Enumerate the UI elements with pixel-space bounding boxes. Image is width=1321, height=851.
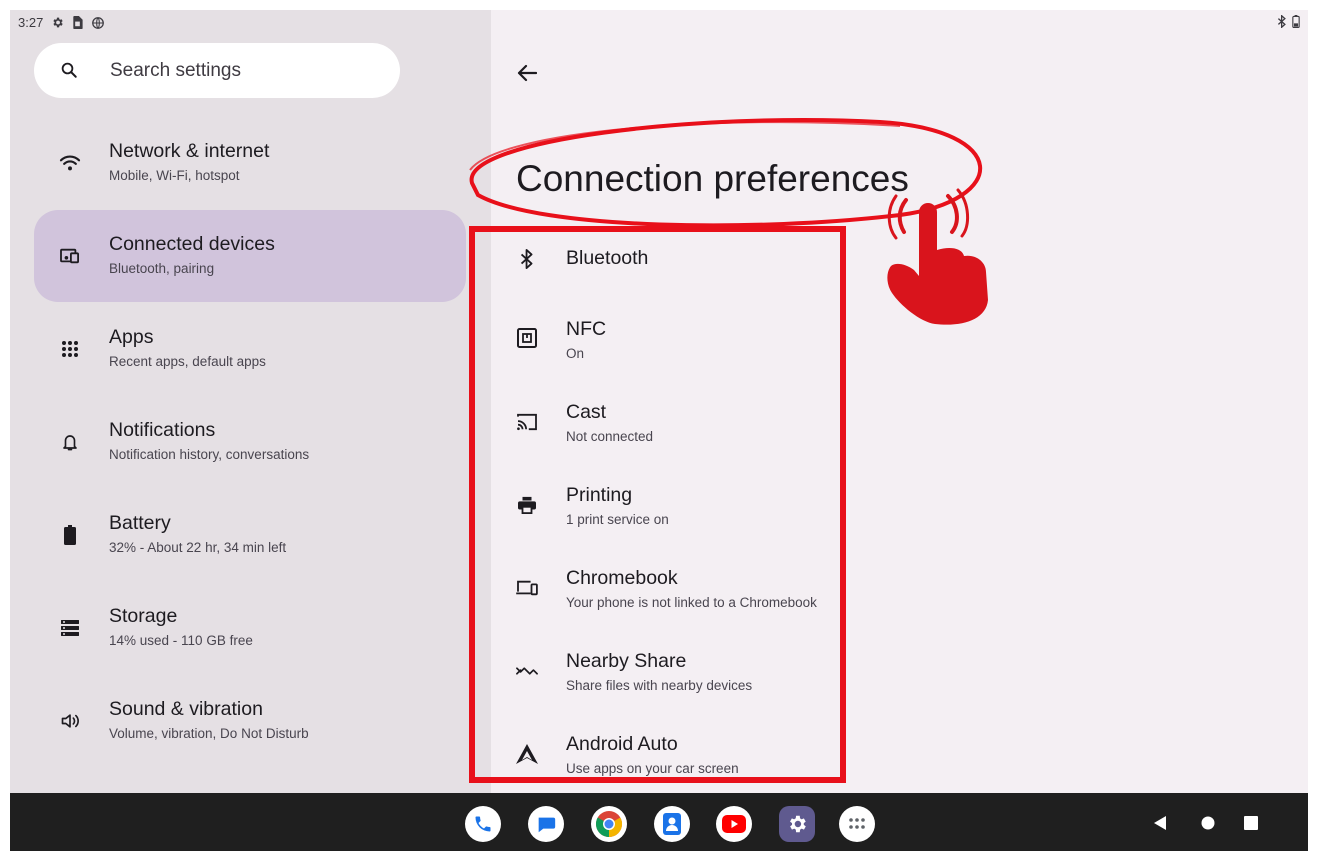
home-nav-icon[interactable] — [1201, 816, 1215, 835]
pref-item-subtitle: 1 print service on — [566, 512, 669, 527]
page-title: Connection preferences — [516, 158, 909, 199]
sidebar-item-subtitle: Bluetooth, pairing — [109, 261, 215, 276]
pref-item-subtitle: Share files with nearby devices — [566, 678, 753, 693]
sidebar-item-apps[interactable]: Apps Recent apps, default apps — [34, 303, 466, 395]
nearby-share-icon — [515, 659, 539, 683]
sidebar-item-subtitle: 32% - About 22 hr, 34 min left — [109, 540, 287, 555]
sidebar-item-title: Battery — [109, 512, 171, 534]
sidebar-item-subtitle: Volume, vibration, Do Not Disturb — [109, 726, 309, 741]
sidebar-item-storage[interactable]: Storage 14% used - 110 GB free — [34, 582, 466, 674]
search-placeholder: Search settings — [110, 60, 241, 81]
chromebook-icon — [515, 576, 539, 600]
battery-status-icon — [1292, 15, 1300, 31]
pref-item-nearby-share[interactable]: Nearby Share Share files with nearby dev… — [501, 632, 851, 712]
pref-item-printing[interactable]: Printing 1 print service on — [501, 466, 851, 546]
arrow-back-icon — [517, 64, 538, 87]
pref-item-bluetooth[interactable]: Bluetooth — [501, 234, 851, 292]
status-bar-right — [1277, 14, 1300, 31]
sidebar-item-subtitle: Notification history, conversations — [109, 447, 310, 462]
sidebar-item-connected-devices[interactable]: Connected devices Bluetooth, pairing — [34, 210, 466, 302]
youtube-app-icon[interactable] — [716, 806, 752, 842]
pref-item-title: Android Auto — [566, 733, 678, 755]
bluetooth-icon — [515, 247, 539, 271]
back-button[interactable] — [512, 60, 542, 90]
settings-app-icon[interactable] — [779, 806, 815, 842]
android-auto-icon — [515, 742, 539, 766]
nfc-icon — [515, 326, 539, 350]
pref-item-subtitle: On — [566, 346, 585, 361]
contacts-app-icon[interactable] — [654, 806, 690, 842]
taskbar — [10, 793, 1308, 851]
bell-icon — [58, 430, 82, 454]
vpn-globe-icon — [91, 16, 105, 30]
connected-devices-icon — [58, 244, 82, 268]
pref-item-cast[interactable]: Cast Not connected — [501, 383, 851, 463]
messages-app-icon[interactable] — [528, 806, 564, 842]
sidebar-item-subtitle: Mobile, Wi-Fi, hotspot — [109, 168, 240, 183]
sim-card-icon — [72, 16, 83, 29]
pref-item-subtitle: Not connected — [566, 429, 654, 444]
sidebar-item-sound-vibration[interactable]: Sound & vibration Volume, vibration, Do … — [34, 675, 466, 767]
search-icon — [60, 61, 78, 84]
wifi-icon — [58, 151, 82, 175]
sidebar-item-network-internet[interactable]: Network & internet Mobile, Wi-Fi, hotspo… — [34, 117, 466, 209]
sidebar-item-title: Notifications — [109, 419, 216, 441]
storage-icon — [58, 616, 82, 640]
pref-item-android-auto[interactable]: Android Auto Use apps on your car screen — [501, 715, 851, 785]
chrome-app-icon[interactable] — [591, 806, 627, 842]
volume-icon — [58, 709, 82, 733]
battery-icon — [58, 523, 82, 547]
sidebar-item-notifications[interactable]: Notifications Notification history, conv… — [34, 396, 466, 488]
status-time: 3:27 — [18, 15, 44, 30]
sidebar-item-battery[interactable]: Battery 32% - About 22 hr, 34 min left — [34, 489, 466, 581]
back-nav-icon[interactable] — [1153, 815, 1167, 836]
sidebar-item-subtitle: 14% used - 110 GB free — [109, 633, 253, 648]
bluetooth-status-icon — [1277, 14, 1287, 31]
pref-item-title: Bluetooth — [566, 247, 649, 269]
cast-icon — [515, 410, 539, 434]
app-drawer-icon[interactable] — [839, 806, 875, 842]
pref-item-subtitle: Use apps on your car screen — [566, 761, 739, 776]
printer-icon — [515, 493, 539, 517]
apps-grid-icon — [58, 337, 82, 361]
settings-sidebar: 3:27 Search settings Network & internet — [10, 10, 491, 793]
settings-gear-icon — [51, 16, 64, 29]
pref-item-title: Printing — [566, 484, 633, 506]
pref-item-title: Cast — [566, 401, 607, 423]
search-settings-bar[interactable]: Search settings — [34, 43, 400, 98]
sidebar-item-title: Connected devices — [109, 233, 275, 255]
phone-app-icon[interactable] — [465, 806, 501, 842]
android-settings-screen: 3:27 Search settings Network & internet — [10, 10, 1308, 851]
pref-item-subtitle: Your phone is not linked to a Chromebook — [566, 595, 817, 610]
recents-nav-icon[interactable] — [1244, 816, 1258, 835]
sidebar-item-title: Network & internet — [109, 140, 270, 162]
pref-item-title: Chromebook — [566, 567, 678, 589]
sidebar-item-title: Storage — [109, 605, 178, 627]
pref-item-title: NFC — [566, 318, 607, 340]
sidebar-item-title: Apps — [109, 326, 154, 348]
pref-item-chromebook[interactable]: Chromebook Your phone is not linked to a… — [501, 549, 851, 629]
status-bar-left: 3:27 — [18, 15, 105, 30]
connection-preferences-pane: Connection preferences Bluetooth NFC On … — [491, 10, 1308, 793]
sidebar-item-title: Sound & vibration — [109, 698, 263, 720]
pref-item-nfc[interactable]: NFC On — [501, 300, 851, 380]
sidebar-item-subtitle: Recent apps, default apps — [109, 354, 266, 369]
pref-item-title: Nearby Share — [566, 650, 687, 672]
